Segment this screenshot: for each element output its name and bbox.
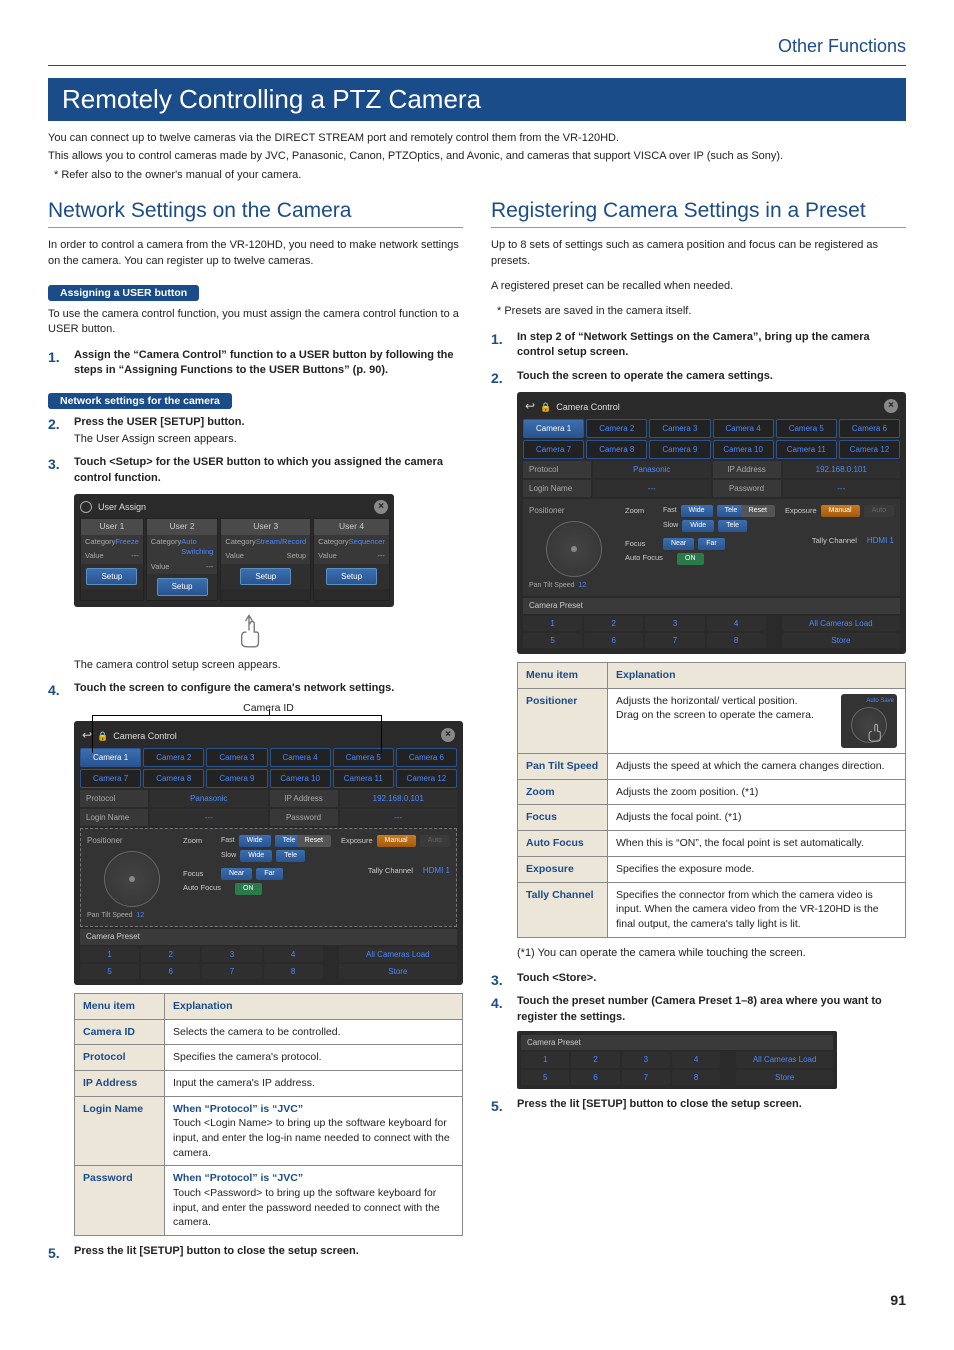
mi: Camera ID bbox=[75, 1019, 165, 1045]
step-text: Touch the screen to configure the camera… bbox=[74, 681, 463, 696]
step-after: The camera control setup screen appears. bbox=[74, 658, 463, 673]
td: Input the camera's IP address. bbox=[165, 1070, 463, 1096]
step-text: Touch the screen to operate the camera s… bbox=[517, 369, 906, 384]
screenshot-user-assign: User Assign × User 1 CategoryFreeze Valu… bbox=[74, 494, 394, 607]
left-column: Network Settings on the Camera In order … bbox=[48, 199, 463, 1267]
mi: Protocol bbox=[75, 1045, 165, 1071]
td: Adjusts the speed at which the camera ch… bbox=[608, 754, 906, 780]
section-intro: In order to control a camera from the VR… bbox=[48, 238, 463, 269]
screenshot-camera-preset: Camera Preset 1234All Cameras Load 5678S… bbox=[517, 1031, 837, 1089]
section-intro: A registered preset can be recalled when… bbox=[491, 279, 906, 294]
mi: Tally Channel bbox=[518, 882, 608, 937]
step-text: Touch the preset number (Camera Preset 1… bbox=[517, 994, 906, 1025]
intro-note: * Refer also to the owner's manual of yo… bbox=[48, 168, 906, 183]
preset-header: Camera Preset bbox=[521, 1035, 833, 1050]
pill-text: To use the camera control function, you … bbox=[48, 307, 463, 338]
breadcrumb: Other Functions bbox=[48, 36, 906, 57]
step-sub: The User Assign screen appears. bbox=[74, 432, 463, 447]
th: Menu item bbox=[75, 993, 165, 1019]
screenshot-camera-control: 🔒 Camera Control × Camera 1Camera 2Camer… bbox=[74, 721, 463, 985]
step-text: Press the lit [SETUP] button to close th… bbox=[517, 1097, 906, 1112]
step-text: In step 2 of “Network Settings on the Ca… bbox=[517, 330, 906, 361]
step-text: Press the USER [SETUP] button. bbox=[74, 415, 463, 430]
step-text: Press the lit [SETUP] button to close th… bbox=[74, 1244, 463, 1259]
mi: Focus bbox=[518, 805, 608, 831]
mi: Login Name bbox=[75, 1096, 165, 1166]
intro-line: You can connect up to twelve cameras via… bbox=[48, 131, 906, 146]
footnote: (*1) You can operate the camera while to… bbox=[517, 946, 906, 961]
step-text: Touch <Setup> for the USER button to whi… bbox=[74, 455, 463, 486]
mi: Password bbox=[75, 1166, 165, 1236]
mi: IP Address bbox=[75, 1070, 165, 1096]
td: Specifies the exposure mode. bbox=[608, 856, 906, 882]
td: When “Protocol” is “JVC”Touch <Login Nam… bbox=[165, 1096, 463, 1166]
close-icon[interactable]: × bbox=[374, 500, 388, 514]
right-column: Registering Camera Settings in a Preset … bbox=[491, 199, 906, 1267]
td: Adjusts the focal point. (*1) bbox=[608, 805, 906, 831]
section-title: Network Settings on the Camera bbox=[48, 199, 463, 228]
step-text: Assign the “Camera Control” function to … bbox=[74, 348, 463, 379]
section-intro: Up to 8 sets of settings such as camera … bbox=[491, 238, 906, 269]
td: Specifies the connector from which the c… bbox=[608, 882, 906, 937]
th: Menu item bbox=[518, 663, 608, 689]
intro-line: This allows you to control cameras made … bbox=[48, 149, 906, 164]
td: Specifies the camera's protocol. bbox=[165, 1045, 463, 1071]
table-network: Menu itemExplanation Camera IDSelects th… bbox=[74, 993, 463, 1236]
page-number: 91 bbox=[48, 1292, 906, 1308]
positioner-thumb: Auto Save bbox=[841, 694, 897, 748]
heading-pill: Network settings for the camera bbox=[48, 393, 232, 409]
page-title: Remotely Controlling a PTZ Camera bbox=[48, 78, 906, 121]
intro-block: You can connect up to twelve cameras via… bbox=[48, 131, 906, 183]
heading-pill: Assigning a USER button bbox=[48, 285, 199, 301]
mi: Pan Tilt Speed bbox=[518, 754, 608, 780]
td: Selects the camera to be controlled. bbox=[165, 1019, 463, 1045]
ua-title: User Assign bbox=[98, 501, 146, 514]
divider bbox=[48, 65, 906, 66]
section-title: Registering Camera Settings in a Preset bbox=[491, 199, 906, 228]
mi: Exposure bbox=[518, 856, 608, 882]
screenshot-camera-control: 🔒 Camera Control × Camera 1Camera 2Camer… bbox=[517, 392, 906, 654]
mi: Zoom bbox=[518, 779, 608, 805]
mi: Auto Focus bbox=[518, 831, 608, 857]
td: When “Protocol” is “JVC”Touch <Password>… bbox=[165, 1166, 463, 1236]
pointer-hand-icon bbox=[74, 609, 463, 656]
step-text: Touch <Store>. bbox=[517, 971, 906, 986]
mi: Positioner bbox=[518, 688, 608, 753]
td: When this is “ON”, the focal point is se… bbox=[608, 831, 906, 857]
table-preset: Menu itemExplanation Positioner Auto Sav… bbox=[517, 662, 906, 938]
section-note: * Presets are saved in the camera itself… bbox=[491, 304, 906, 319]
gear-icon bbox=[80, 501, 92, 513]
th: Explanation bbox=[165, 993, 463, 1019]
td: Auto Save Adjusts the horizontal/ vertic… bbox=[608, 688, 906, 753]
td: Adjusts the zoom position. (*1) bbox=[608, 779, 906, 805]
th: Explanation bbox=[608, 663, 906, 689]
